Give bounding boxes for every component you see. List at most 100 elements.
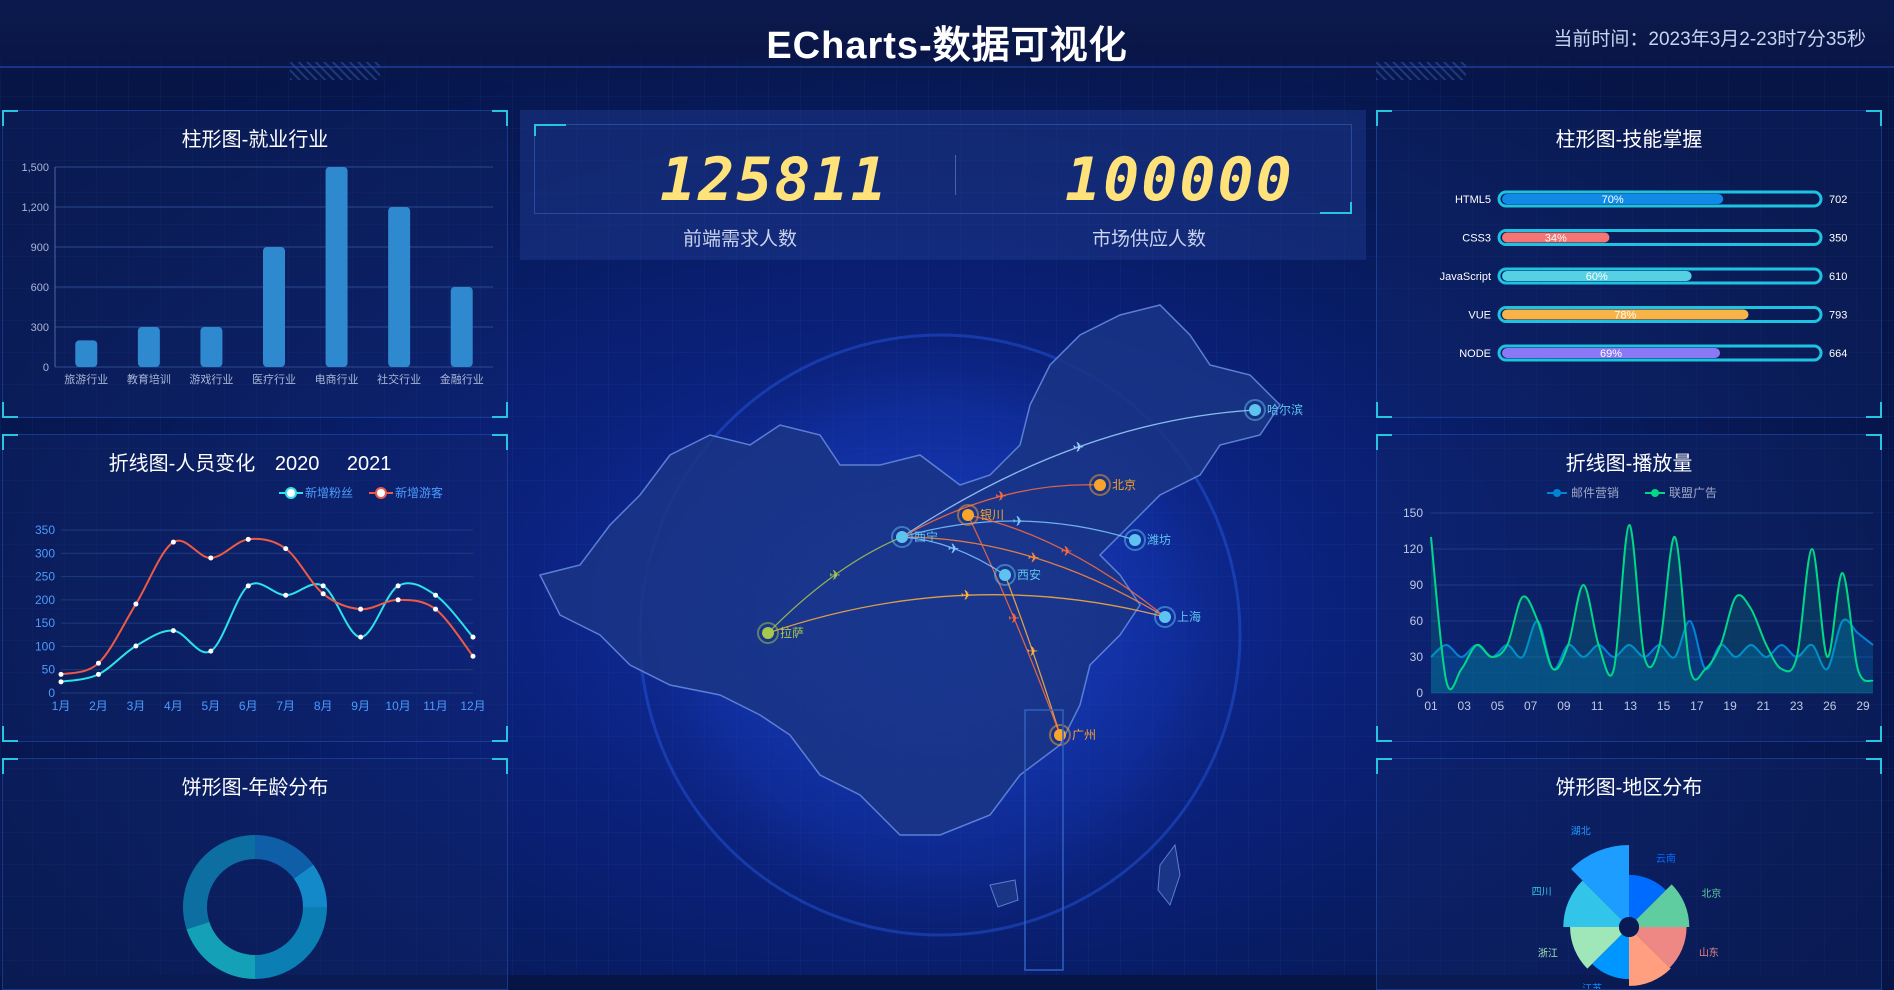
data-point[interactable] [395, 583, 401, 589]
legend-marker[interactable] [285, 487, 297, 499]
x-tick-label: 7月 [276, 699, 295, 713]
bar[interactable] [75, 340, 98, 367]
skill-percent: 70% [1602, 194, 1624, 206]
data-point[interactable] [358, 634, 364, 640]
y-tick-label: 0 [1416, 686, 1423, 700]
plane-icon: ✈ [948, 540, 960, 556]
legend-marker[interactable] [1651, 489, 1659, 497]
plane-icon: ✈ [1027, 643, 1039, 659]
bar[interactable] [450, 287, 473, 367]
city-label: 上海 [1177, 609, 1201, 624]
region-pie-chart[interactable]: 云南北京山东河北江苏浙江四川湖北 [1377, 759, 1881, 989]
industry-bar-chart[interactable]: 0 300 600 900 1,200 1,500 旅游行业 教育培训 游戏行业 医疗行业 电商行业… [3, 111, 507, 417]
data-point[interactable] [395, 597, 401, 603]
city-marker[interactable] [896, 531, 908, 543]
pie-slice[interactable] [182, 835, 255, 930]
data-point[interactable] [133, 643, 139, 649]
y-tick-label: 50 [42, 663, 56, 677]
city-marker[interactable] [1094, 479, 1106, 491]
data-point[interactable] [283, 546, 289, 552]
legend-label[interactable]: 联盟广告 [1669, 486, 1717, 500]
data-point[interactable] [170, 539, 176, 545]
city-marker[interactable] [1129, 534, 1141, 546]
demand-label: 前端需求人数 [683, 229, 798, 250]
age-pie-chart[interactable] [3, 759, 507, 989]
data-point[interactable] [283, 592, 289, 598]
data-point[interactable] [95, 660, 101, 666]
y-tick-label: 1,500 [21, 162, 49, 174]
data-point[interactable] [320, 583, 326, 589]
city-label: 哈尔滨 [1267, 402, 1303, 417]
y-tick-label: 350 [35, 523, 55, 537]
series-line [60, 582, 474, 683]
data-point[interactable] [245, 583, 251, 589]
rose-label: 湖北 [1571, 826, 1591, 838]
number-frame: 125811 100000 [534, 124, 1352, 215]
number-separator [955, 155, 956, 195]
x-tick-label: 05 [1491, 699, 1505, 713]
legend-label[interactable]: 新增游客 [395, 485, 443, 500]
data-point[interactable] [208, 648, 214, 654]
skill-percent: 69% [1600, 348, 1622, 360]
pie-slice[interactable] [186, 921, 255, 979]
skill-percent: 78% [1614, 310, 1636, 322]
x-tick-label: 23 [1790, 699, 1804, 713]
skill-label: JavaScript [1440, 271, 1491, 283]
rose-label: 北京 [1701, 887, 1721, 900]
data-point[interactable] [358, 606, 364, 612]
data-point[interactable] [95, 671, 101, 677]
data-point[interactable] [320, 591, 326, 597]
y-tick-label: 60 [1410, 614, 1424, 628]
data-point[interactable] [433, 592, 439, 598]
data-point[interactable] [208, 555, 214, 561]
city-marker[interactable] [1249, 404, 1261, 416]
y-tick-label: 900 [31, 242, 49, 254]
y-tick-label: 30 [1410, 650, 1424, 664]
rose-label: 四川 [1532, 887, 1552, 898]
data-point[interactable] [58, 671, 64, 677]
legend-marker[interactable] [375, 487, 387, 499]
city-marker[interactable] [999, 569, 1011, 581]
y-tick-label: 120 [1403, 542, 1423, 556]
city-marker[interactable] [1054, 729, 1066, 741]
plane-icon: ✈ [1008, 610, 1020, 626]
data-point[interactable] [245, 536, 251, 542]
header: ECharts-数据可视化 当前时间：2023年3月2-23时7分35秒 [0, 0, 1894, 84]
data-point[interactable] [433, 606, 439, 612]
x-tick-label: 11月 [423, 699, 447, 713]
pie-slice[interactable] [255, 907, 327, 979]
data-point[interactable] [58, 679, 64, 685]
legend-label[interactable]: 邮件营销 [1571, 486, 1619, 500]
legend-label[interactable]: 新增粉丝 [305, 485, 353, 500]
skill-total: 350 [1829, 233, 1847, 245]
rose-label: 江苏 [1582, 982, 1602, 989]
x-tick-label: 电商行业 [315, 372, 359, 386]
data-point[interactable] [170, 628, 176, 634]
skills-bar-chart[interactable]: HTML5 70% 702 CSS3 34% 350 JavaScript 60% 610 VUE… [1377, 111, 1881, 417]
x-tick-label: 19 [1723, 699, 1737, 713]
data-point[interactable] [470, 634, 476, 640]
china-map[interactable]: ✈ ✈ ✈ ✈ ✈ ✈ ✈ ✈ ✈ ✈ 哈尔滨北京银川西宁 潍坊西安上海拉萨广州 [520, 275, 1366, 975]
x-tick-label: 29 [1856, 699, 1870, 713]
data-point[interactable] [470, 653, 476, 659]
data-point[interactable] [133, 601, 139, 607]
city-label: 北京 [1112, 478, 1136, 492]
skill-total: 793 [1829, 310, 1847, 322]
y-tick-label: 300 [31, 322, 49, 334]
demand-number: 125811 [660, 145, 889, 215]
bar[interactable] [263, 247, 285, 367]
supply-label: 市场供应人数 [1092, 229, 1207, 250]
city-marker[interactable] [762, 627, 774, 639]
bar[interactable] [388, 207, 411, 367]
play-line-chart[interactable]: 0 30 60 90 120 150 01 03 05 07 09 11 13 15 17 19 21 23 26 2… [1377, 435, 1881, 741]
x-tick-label: 教育培训 [127, 372, 171, 386]
bar[interactable] [200, 327, 223, 367]
city-marker[interactable] [1159, 611, 1171, 623]
bar[interactable] [137, 327, 160, 367]
people-line-chart[interactable]: 0 50 100 150 200 250 300 350 1月 2月 3月 4月 5月 6月 7月 8月 9月 1… [3, 435, 507, 741]
bar[interactable] [325, 167, 348, 367]
city-marker[interactable] [962, 509, 974, 521]
legend-marker[interactable] [1553, 489, 1561, 497]
x-tick-label: 26 [1823, 699, 1837, 713]
plane-icon: ✈ [1073, 439, 1085, 455]
